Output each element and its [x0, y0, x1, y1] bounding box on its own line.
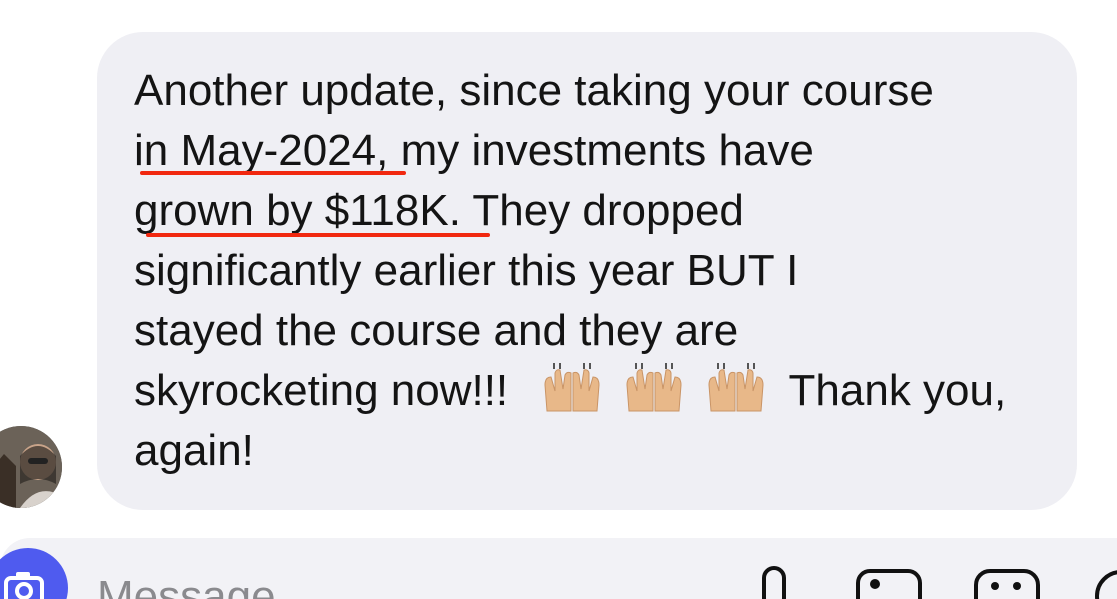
message-line-6: skyrocketing now!!! Thank you, [134, 361, 1006, 421]
message-input[interactable]: Message [97, 572, 276, 599]
avatar[interactable] [0, 426, 62, 508]
sticker-icon[interactable] [973, 566, 1043, 599]
microphone-icon[interactable] [752, 566, 796, 599]
message-line-6-text: skyrocketing now!!! [134, 366, 509, 415]
camera-icon [4, 572, 44, 599]
photo-icon[interactable] [855, 566, 925, 599]
camera-button[interactable] [0, 548, 68, 599]
raising-hands-emoji [708, 363, 764, 412]
message-line-5: stayed the course and they are [134, 306, 739, 355]
message-line-7: again! [134, 426, 254, 475]
message-line-6-tail: Thank you, [788, 366, 1007, 415]
chat-screen: Another update, since taking your course… [0, 0, 1117, 599]
message-line-1: Another update, since taking your course [134, 66, 934, 115]
message-line-3: grown by $118K. They dropped [134, 186, 744, 235]
raising-hands-emoji [544, 363, 600, 412]
message-line-4: significantly earlier this year BUT I [134, 246, 799, 295]
raising-hands-emoji [626, 363, 682, 412]
underline-annotation [140, 171, 406, 175]
more-options-icon[interactable] [1093, 566, 1117, 599]
underline-annotation [146, 233, 490, 237]
avatar-photo [0, 426, 62, 508]
